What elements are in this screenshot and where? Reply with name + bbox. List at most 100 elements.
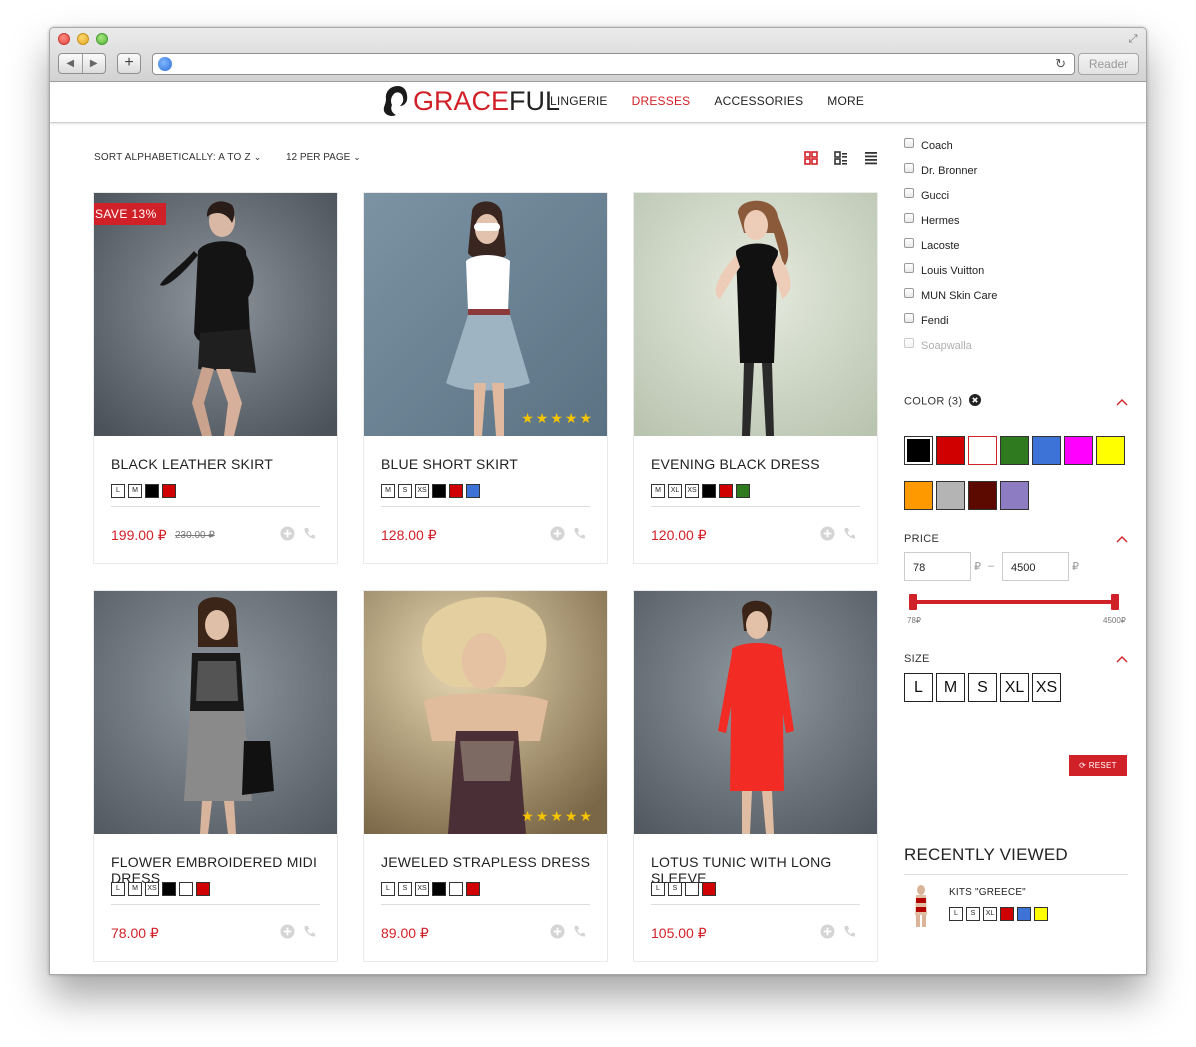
color-filter-title[interactable]: COLOR (3) [904,394,981,409]
checkbox[interactable] [904,287,914,298]
chevron-up-icon[interactable] [1116,655,1128,663]
product-title[interactable]: BLACK LEATHER SKIRT [111,456,273,472]
size-option[interactable]: XS [685,484,699,498]
color-swatch-lavender[interactable] [1000,481,1029,510]
color-option-white[interactable] [449,882,463,896]
forward-button[interactable]: ▶ [83,54,106,73]
grid-view-icon[interactable] [804,151,818,165]
brand-filter-item[interactable]: Dr. Bronner [904,158,997,183]
back-button[interactable]: ◀ [59,54,83,73]
color-option-red[interactable] [196,882,210,896]
per-page-dropdown[interactable]: 12 PER PAGE ⌄ [286,152,361,163]
nav-more[interactable]: MORE [827,94,864,108]
nav-accessories[interactable]: ACCESSORIES [714,94,803,108]
size-option[interactable]: XS [415,882,429,896]
color-swatch-orange[interactable] [904,481,933,510]
size-option[interactable]: XL [983,907,997,921]
product-card[interactable]: SAVE 13% BLACK LEATHER SKIRT L M 199.00 … [93,192,338,564]
color-swatch-magenta[interactable] [1064,436,1093,465]
size-option[interactable]: M [128,882,142,896]
size-filter-option[interactable]: L [904,673,933,702]
product-photo[interactable]: ★★★★★ [364,193,607,436]
size-filter-option[interactable]: S [968,673,997,702]
chevron-up-icon[interactable] [1116,535,1128,543]
product-photo[interactable]: SAVE 13% [94,193,337,436]
brand-filter-item[interactable]: Fendi [904,308,997,333]
color-option-red[interactable] [162,484,176,498]
add-to-cart-icon[interactable] [280,924,295,939]
color-option-black[interactable] [432,882,446,896]
size-option[interactable]: L [651,882,665,896]
add-bookmark-button[interactable]: + [117,53,141,74]
brand-filter-item[interactable]: Soapwalla [904,333,997,358]
checkbox[interactable] [904,212,914,223]
price-max-input[interactable]: 4500 [1002,552,1069,581]
checkbox[interactable] [904,312,914,323]
color-option-blue[interactable] [1017,907,1031,921]
color-option-white[interactable] [685,882,699,896]
size-option[interactable]: XL [668,484,682,498]
color-swatch-red[interactable] [936,436,965,465]
color-option-red[interactable] [702,882,716,896]
reset-button[interactable]: ⟳ RESET [1069,755,1127,776]
color-option-red[interactable] [449,484,463,498]
phone-icon[interactable] [302,924,317,939]
add-to-cart-icon[interactable] [550,924,565,939]
clear-filter-icon[interactable] [968,394,981,409]
size-filter-option[interactable]: XL [1000,673,1029,702]
color-swatch-yellow[interactable] [1096,436,1125,465]
range-max-handle[interactable] [1111,594,1119,610]
size-filter-title[interactable]: SIZE [904,653,930,665]
phone-icon[interactable] [842,924,857,939]
checkbox[interactable] [904,137,914,148]
product-card[interactable]: FLOWER EMBROIDERED MIDI DRESS L M XS 78.… [93,590,338,962]
color-option-black[interactable] [702,484,716,498]
site-logo[interactable]: GRACEFUL [381,83,560,119]
list-view-icon[interactable] [864,151,878,165]
size-option[interactable]: L [949,907,963,921]
product-card[interactable]: LOTUS TUNIC WITH LONG SLEEVE L S 105.00 … [633,590,878,962]
product-card[interactable]: ★★★★★ BLUE SHORT SKIRT M S XS 128.00 ₽ [363,192,608,564]
color-option-blue[interactable] [466,484,480,498]
product-photo[interactable] [94,591,337,834]
close-window-icon[interactable] [58,33,70,45]
price-range-track[interactable] [912,600,1118,604]
size-option[interactable]: L [381,882,395,896]
brand-filter-item[interactable]: Lacoste [904,233,997,258]
nav-dresses[interactable]: DRESSES [632,94,691,108]
color-option-red[interactable] [719,484,733,498]
product-card[interactable]: EVENING BLACK DRESS M XL XS 120.00 ₽ [633,192,878,564]
add-to-cart-icon[interactable] [820,924,835,939]
brand-filter-item[interactable]: Coach [904,133,997,158]
color-option-black[interactable] [145,484,159,498]
color-swatch-black[interactable] [904,436,933,465]
zoom-window-icon[interactable] [96,33,108,45]
size-filter-option[interactable]: M [936,673,965,702]
phone-icon[interactable] [572,924,587,939]
list-grid-view-icon[interactable] [834,151,848,165]
color-swatch-white[interactable] [968,436,997,465]
price-filter-title[interactable]: PRICE [904,533,939,545]
product-title[interactable]: BLUE SHORT SKIRT [381,456,518,472]
checkbox[interactable] [904,237,914,248]
size-option[interactable]: M [128,484,142,498]
size-option[interactable]: M [381,484,395,498]
product-card[interactable]: ★★★★★ JEWELED STRAPLESS DRESS L S XS 89.… [363,590,608,962]
size-option[interactable]: S [398,484,412,498]
product-photo[interactable] [634,591,877,834]
color-option-red[interactable] [1000,907,1014,921]
checkbox[interactable] [904,162,914,173]
product-title[interactable]: EVENING BLACK DRESS [651,456,820,472]
color-option-yellow[interactable] [1034,907,1048,921]
size-option[interactable]: XS [415,484,429,498]
range-min-handle[interactable] [909,594,917,610]
size-option[interactable]: S [668,882,682,896]
price-min-input[interactable]: 78 [904,552,971,581]
phone-icon[interactable] [842,526,857,541]
recent-item-thumbnail[interactable] [910,885,932,927]
color-swatch-blue[interactable] [1032,436,1061,465]
brand-filter-item[interactable]: Hermes [904,208,997,233]
reader-button[interactable]: Reader [1078,53,1139,75]
color-swatch-brown[interactable] [968,481,997,510]
fullscreen-icon[interactable]: ⤢ [1126,32,1140,46]
